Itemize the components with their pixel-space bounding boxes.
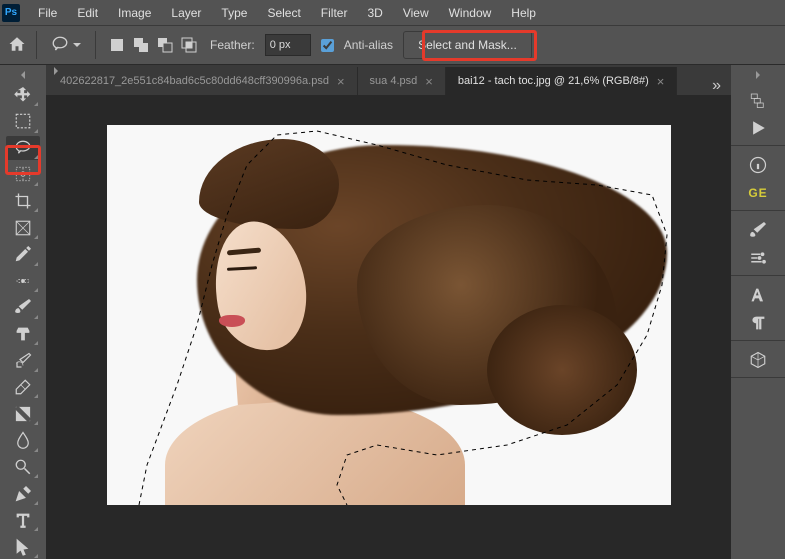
- tab-label: bai12 - tach toc.jpg @ 21,6% (RGB/8#): [458, 75, 649, 87]
- gradient-tool[interactable]: [6, 401, 40, 426]
- selection-subtract-button[interactable]: [154, 34, 176, 56]
- selection-intersect-button[interactable]: [178, 34, 200, 56]
- chevron-down-icon: [73, 43, 81, 47]
- eraser-tool[interactable]: [6, 375, 40, 400]
- toolbox: [0, 65, 46, 559]
- app-logo[interactable]: Ps: [2, 4, 20, 22]
- select-and-mask-button[interactable]: Select and Mask...: [403, 31, 532, 59]
- canvas-viewport[interactable]: [46, 95, 731, 559]
- menu-3d[interactable]: 3D: [357, 6, 392, 20]
- dodge-tool[interactable]: [6, 455, 40, 480]
- menu-edit[interactable]: Edit: [67, 6, 108, 20]
- ge-panel-icon[interactable]: GE: [743, 182, 773, 204]
- menu-bar: Ps File Edit Image Layer Type Select Fil…: [0, 0, 785, 25]
- right-expand-button[interactable]: [731, 69, 785, 81]
- adjustments-panel-icon[interactable]: [743, 247, 773, 269]
- menu-select[interactable]: Select: [257, 6, 310, 20]
- type-tool[interactable]: [6, 508, 40, 533]
- healing-brush-tool[interactable]: [6, 269, 40, 294]
- character-panel-icon[interactable]: [743, 284, 773, 306]
- feather-label: Feather:: [210, 38, 255, 52]
- lasso-tool[interactable]: [6, 136, 40, 161]
- menu-window[interactable]: Window: [439, 6, 502, 20]
- selection-mode-group: [106, 34, 200, 56]
- move-tool[interactable]: [6, 82, 40, 107]
- pen-tool[interactable]: [6, 481, 40, 506]
- menu-file[interactable]: File: [28, 6, 67, 20]
- anti-alias-checkbox[interactable]: [321, 39, 334, 52]
- frame-tool[interactable]: [6, 215, 40, 240]
- path-selection-tool[interactable]: [6, 534, 40, 559]
- anti-alias-label: Anti-alias: [344, 38, 393, 52]
- document-area: 402622817_2e551c84bad6c5c80dd648cff39099…: [46, 65, 731, 559]
- tab-overflow-button[interactable]: »: [702, 77, 731, 95]
- quick-selection-tool[interactable]: [6, 162, 40, 187]
- right-panel-strip: GE: [731, 65, 785, 559]
- tab-doc-2[interactable]: sua 4.psd ×: [358, 67, 446, 95]
- document-tabs: 402622817_2e551c84bad6c5c80dd648cff39099…: [46, 65, 731, 95]
- blur-tool[interactable]: [6, 428, 40, 453]
- brushes-panel-icon[interactable]: [743, 219, 773, 241]
- menu-filter[interactable]: Filter: [311, 6, 358, 20]
- tab-label: sua 4.psd: [370, 75, 418, 87]
- selection-add-button[interactable]: [130, 34, 152, 56]
- tool-preset-dropdown[interactable]: [47, 33, 85, 58]
- tab-doc-1[interactable]: 402622817_2e551c84bad6c5c80dd648cff39099…: [48, 67, 358, 95]
- history-panel-icon[interactable]: [743, 89, 773, 111]
- menu-help[interactable]: Help: [501, 6, 546, 20]
- separator: [95, 31, 96, 59]
- paragraph-panel-icon[interactable]: [743, 312, 773, 334]
- actions-panel-icon[interactable]: [743, 117, 773, 139]
- close-icon[interactable]: ×: [337, 74, 345, 89]
- crop-tool[interactable]: [6, 189, 40, 214]
- menu-layer[interactable]: Layer: [161, 6, 211, 20]
- canvas[interactable]: [107, 125, 671, 505]
- menu-view[interactable]: View: [393, 6, 439, 20]
- eyedropper-tool[interactable]: [6, 242, 40, 267]
- lasso-icon: [51, 35, 69, 56]
- close-icon[interactable]: ×: [425, 74, 433, 89]
- brush-tool[interactable]: [6, 295, 40, 320]
- clone-stamp-tool[interactable]: [6, 322, 40, 347]
- tab-doc-3[interactable]: bai12 - tach toc.jpg @ 21,6% (RGB/8#) ×: [446, 67, 678, 95]
- info-panel-icon[interactable]: [743, 154, 773, 176]
- 3d-panel-icon[interactable]: [743, 349, 773, 371]
- feather-input[interactable]: [265, 34, 311, 56]
- history-brush-tool[interactable]: [6, 348, 40, 373]
- tab-label: 402622817_2e551c84bad6c5c80dd648cff39099…: [60, 75, 329, 87]
- home-icon[interactable]: [8, 35, 26, 56]
- toolbox-expand-button[interactable]: [0, 69, 46, 80]
- separator: [36, 31, 37, 59]
- menu-type[interactable]: Type: [211, 6, 257, 20]
- lasso-selection-outline: [107, 125, 671, 505]
- close-icon[interactable]: ×: [657, 74, 665, 89]
- marquee-tool[interactable]: [6, 109, 40, 134]
- options-bar: Feather: Anti-alias Select and Mask...: [0, 25, 785, 65]
- selection-new-button[interactable]: [106, 34, 128, 56]
- menu-image[interactable]: Image: [108, 6, 161, 20]
